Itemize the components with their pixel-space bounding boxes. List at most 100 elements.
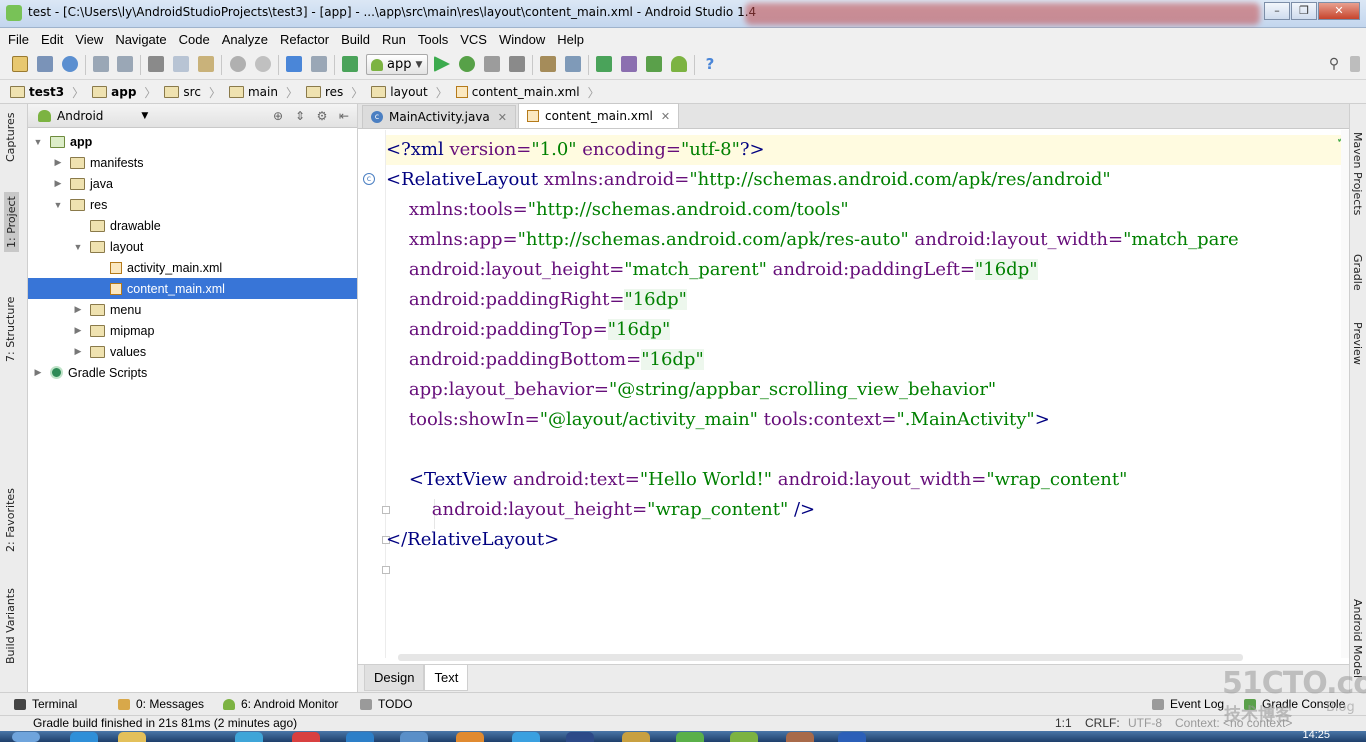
taskbar-app-icon[interactable] bbox=[676, 732, 704, 742]
expand-arrow-icon[interactable]: ▶ bbox=[52, 178, 64, 189]
menu-code[interactable]: Code bbox=[179, 32, 210, 47]
sync-icon[interactable] bbox=[62, 56, 78, 72]
taskbar-app-icon[interactable] bbox=[730, 732, 758, 742]
tree-item-res[interactable]: ▼ res bbox=[28, 194, 357, 215]
tree-item-drawable[interactable]: drawable bbox=[28, 215, 357, 236]
explorer-icon[interactable] bbox=[118, 732, 146, 742]
taskbar-app-icon[interactable] bbox=[400, 732, 428, 742]
code-area[interactable]: <?xml version="1.0" encoding="utf-8"?> <… bbox=[386, 135, 1346, 655]
project-structure-icon[interactable] bbox=[565, 56, 581, 72]
close-button[interactable]: ✕ bbox=[1318, 2, 1360, 20]
minimize-button[interactable]: – bbox=[1264, 2, 1290, 20]
expand-arrow-icon[interactable]: ▶ bbox=[72, 346, 84, 357]
breadcrumb-item[interactable]: res 〉 bbox=[305, 84, 363, 101]
menu-navigate[interactable]: Navigate bbox=[115, 32, 166, 47]
search-icon[interactable]: ⚲ bbox=[1326, 56, 1342, 72]
breadcrumb-item[interactable]: content_main.xml 〉 bbox=[455, 84, 600, 101]
tree-item-values[interactable]: ▶ values bbox=[28, 341, 357, 362]
tab-favorites[interactable]: 2: Favorites bbox=[4, 488, 17, 552]
menu-analyze[interactable]: Analyze bbox=[222, 32, 268, 47]
taskbar-app-icon[interactable] bbox=[786, 732, 814, 742]
redo-icon[interactable] bbox=[117, 56, 133, 72]
save-icon[interactable] bbox=[37, 56, 53, 72]
stop-icon[interactable] bbox=[509, 56, 525, 72]
tree-item-mipmap[interactable]: ▶ mipmap bbox=[28, 320, 357, 341]
class-marker-icon[interactable]: c bbox=[363, 173, 375, 185]
tab-content-main[interactable]: content_main.xml ✕ bbox=[518, 103, 680, 128]
avd-manager-icon[interactable] bbox=[621, 56, 637, 72]
expand-arrow-icon[interactable]: ▶ bbox=[72, 304, 84, 315]
find-icon[interactable] bbox=[230, 56, 246, 72]
menu-edit[interactable]: Edit bbox=[41, 32, 63, 47]
taskbar-app-icon[interactable] bbox=[235, 732, 263, 742]
file-encoding[interactable]: UTF-8 bbox=[1128, 716, 1162, 730]
tree-item-content-main[interactable]: content_main.xml bbox=[28, 278, 357, 299]
taskbar-app-icon[interactable] bbox=[512, 732, 540, 742]
copy-icon[interactable] bbox=[173, 56, 189, 72]
collapse-arrow-icon[interactable]: ▼ bbox=[72, 242, 84, 252]
horizontal-scrollbar[interactable] bbox=[398, 654, 1243, 661]
run-icon[interactable] bbox=[434, 56, 450, 72]
expand-arrow-icon[interactable]: ▶ bbox=[72, 325, 84, 336]
menu-window[interactable]: Window bbox=[499, 32, 545, 47]
collapse-all-icon[interactable]: ⇕ bbox=[293, 109, 307, 123]
tab-design[interactable]: Design bbox=[364, 665, 425, 691]
tab-main-activity[interactable]: c MainActivity.java ✕ bbox=[362, 105, 516, 128]
taskbar-app-icon[interactable] bbox=[566, 732, 594, 742]
menu-build[interactable]: Build bbox=[341, 32, 370, 47]
menu-help[interactable]: Help bbox=[557, 32, 584, 47]
tree-item-menu[interactable]: ▶ menu bbox=[28, 299, 357, 320]
tree-item-java[interactable]: ▶ java bbox=[28, 173, 357, 194]
menu-file[interactable]: File bbox=[8, 32, 29, 47]
attach-debugger-icon[interactable] bbox=[484, 56, 500, 72]
open-folder-icon[interactable] bbox=[12, 56, 28, 72]
event-log-button[interactable]: Event Log bbox=[1152, 697, 1224, 711]
start-button[interactable] bbox=[12, 732, 40, 742]
status-message[interactable]: Gradle build finished in 21s 81ms (2 min… bbox=[33, 716, 297, 730]
caret-position[interactable]: 1:1 bbox=[1055, 716, 1072, 730]
hide-panel-icon[interactable]: ⇤ bbox=[337, 109, 351, 123]
toolbar-overflow-icon[interactable] bbox=[1350, 56, 1360, 72]
sdk-manager-icon[interactable] bbox=[646, 56, 662, 72]
terminal-button[interactable]: Terminal bbox=[14, 697, 77, 711]
tree-item-layout[interactable]: ▼ layout bbox=[28, 236, 357, 257]
tree-item-app[interactable]: ▼ app bbox=[28, 131, 357, 152]
help-icon[interactable]: ? bbox=[702, 56, 718, 72]
scroll-to-source-icon[interactable]: ⊕ bbox=[271, 109, 285, 123]
tree-item-gradle-scripts[interactable]: ▶ Gradle Scripts bbox=[28, 362, 357, 383]
breadcrumb-item[interactable]: main 〉 bbox=[228, 84, 298, 101]
breadcrumb-item[interactable]: app 〉 bbox=[92, 84, 156, 101]
ie-icon[interactable] bbox=[70, 732, 98, 742]
vertical-scrollbar[interactable] bbox=[1341, 130, 1349, 658]
settings-icon[interactable] bbox=[540, 56, 556, 72]
tab-structure[interactable]: 7: Structure bbox=[4, 297, 17, 362]
make-project-icon[interactable] bbox=[342, 56, 358, 72]
expand-arrow-icon[interactable]: ▶ bbox=[32, 367, 44, 378]
taskbar-app-icon[interactable] bbox=[292, 732, 320, 742]
debug-icon[interactable] bbox=[459, 56, 475, 72]
back-icon[interactable] bbox=[286, 56, 302, 72]
taskbar-app-icon[interactable] bbox=[346, 732, 374, 742]
taskbar-clock[interactable]: 14:25 bbox=[1302, 729, 1330, 741]
android-device-monitor-icon[interactable] bbox=[671, 56, 687, 72]
todo-button[interactable]: TODO bbox=[360, 697, 412, 711]
run-configuration-select[interactable]: app ▼ bbox=[366, 54, 428, 75]
tab-text[interactable]: Text bbox=[424, 665, 469, 691]
tree-item-manifests[interactable]: ▶ manifests bbox=[28, 152, 357, 173]
android-monitor-button[interactable]: 6: Android Monitor bbox=[223, 697, 338, 711]
menu-vcs[interactable]: VCS bbox=[460, 32, 487, 47]
tab-maven-projects[interactable]: Maven Projects bbox=[1351, 132, 1364, 215]
tree-item-activity-main[interactable]: activity_main.xml bbox=[28, 257, 357, 278]
cut-icon[interactable] bbox=[148, 56, 164, 72]
replace-icon[interactable] bbox=[255, 56, 271, 72]
close-icon[interactable]: ✕ bbox=[661, 110, 670, 123]
menu-run[interactable]: Run bbox=[382, 32, 406, 47]
breadcrumb-item[interactable]: test3 〉 bbox=[10, 84, 84, 101]
tab-project[interactable]: 1: Project bbox=[4, 192, 19, 252]
expand-arrow-icon[interactable]: ▶ bbox=[52, 157, 64, 168]
taskbar-app-icon[interactable] bbox=[838, 732, 866, 742]
tab-gradle[interactable]: Gradle bbox=[1351, 254, 1364, 291]
gradle-sync-icon[interactable] bbox=[596, 56, 612, 72]
project-view-select[interactable]: Android bbox=[57, 109, 103, 123]
paste-icon[interactable] bbox=[198, 56, 214, 72]
